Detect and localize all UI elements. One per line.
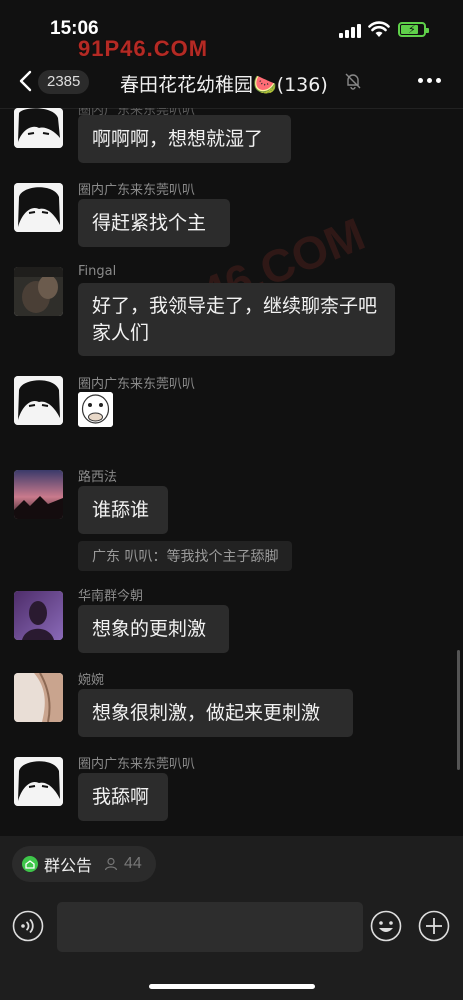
sender-name: 婉婉: [78, 673, 105, 688]
covering-mouth-sticker[interactable]: [78, 392, 113, 427]
unread-count-badge[interactable]: 2385: [38, 70, 90, 94]
avatar[interactable]: [14, 267, 63, 316]
plus-icon[interactable]: [418, 910, 450, 942]
sender-name: 路西法: [78, 470, 118, 485]
battery-charging-icon: ⚡: [398, 22, 429, 37]
avatar[interactable]: [14, 376, 63, 425]
sender-name: 圈内广东来东莞叭叭: [78, 377, 196, 392]
emoji-icon[interactable]: [370, 910, 402, 942]
home-indicator[interactable]: [149, 984, 315, 989]
message-bubble[interactable]: 好了，我领导走了，继续聊柰子吧家人们: [78, 283, 395, 356]
chat-title: 春田花花幼稚园🍉(136): [120, 74, 328, 96]
scrollbar[interactable]: [457, 650, 460, 770]
avatar[interactable]: [14, 108, 63, 148]
member-count: 44: [124, 855, 142, 872]
signal-icon: [339, 24, 363, 38]
message-bubble[interactable]: 啊啊啊，想想就湿了: [78, 115, 291, 163]
message-bubble[interactable]: 得赶紧找个主: [78, 199, 230, 247]
quoted-message[interactable]: 广东 叭叭：等我找个主子舔脚: [78, 541, 293, 571]
member-icon: [104, 857, 118, 871]
sender-name: Fingal: [78, 264, 117, 279]
avatar[interactable]: [14, 673, 63, 722]
voice-icon[interactable]: [12, 910, 44, 942]
avatar[interactable]: [14, 470, 63, 519]
back-icon[interactable]: [14, 68, 40, 94]
message-input[interactable]: [57, 902, 363, 952]
sender-name: 圈内广东来东莞叭叭: [78, 757, 196, 772]
status-bar: 15:06 91P46.COM ⚡: [0, 0, 463, 61]
message-bubble[interactable]: 想象很刺激，做起来更刺激: [78, 689, 353, 737]
message-bubble[interactable]: 谁舔谁: [78, 486, 168, 534]
message-bubble[interactable]: 想象的更刺激: [78, 605, 229, 653]
mute-bell-icon: [345, 73, 361, 90]
sender-name: 华南群今朝: [78, 589, 144, 604]
avatar[interactable]: [14, 757, 63, 806]
message-list[interactable]: 圈内广东来东莞叭叭 啊啊啊，想想就湿了 圈内广东来东莞叭叭 得赶紧找个主 Fin…: [0, 108, 463, 836]
avatar[interactable]: [14, 183, 63, 232]
announcement-icon: [22, 856, 38, 872]
sender-name: 圈内广东来东莞叭叭: [78, 183, 196, 198]
avatar[interactable]: [14, 591, 63, 640]
chat-header: 2385 春田花花幼稚园🍉(136): [0, 56, 463, 109]
group-announcement-button[interactable]: 群公告 44: [12, 846, 156, 882]
input-area: 群公告 44: [0, 836, 463, 1000]
announcement-label: 群公告: [44, 856, 93, 875]
message-bubble[interactable]: 我舔啊: [78, 773, 168, 821]
more-icon[interactable]: [418, 78, 442, 84]
wifi-icon: [368, 21, 390, 37]
